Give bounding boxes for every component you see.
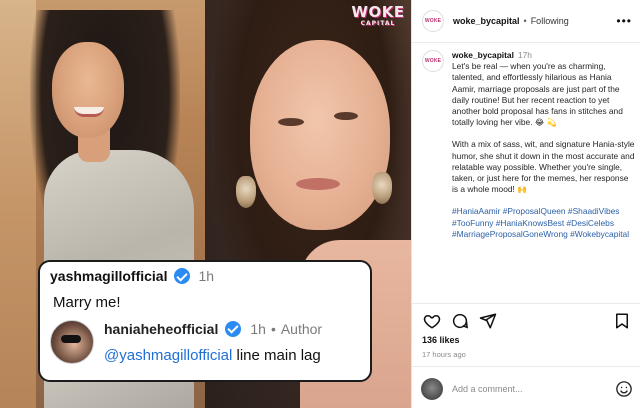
comment-username: yashmagillofficial [50,268,168,284]
divider [411,303,640,304]
caption: WOKE woke_bycapital 17h Let's be real — w… [422,50,636,300]
reply-separator: • [270,320,276,337]
caption-paragraph: woke_bycapital 17h Let's be real — when y… [452,50,636,128]
person-left-face [52,42,124,138]
add-comment-bar [421,376,633,402]
caption-username[interactable]: woke_bycapital [452,50,514,60]
comment-icon[interactable] [449,310,471,332]
send-icon[interactable] [477,310,499,332]
verified-badge-icon [174,268,191,284]
verified-badge-icon [225,320,242,337]
comment-text: Marry me! [53,294,121,311]
caption-emoji: 😂 💫 [534,118,557,128]
header-separator: • [523,16,527,26]
reply-username: haniaheheofficial [104,320,219,337]
reply-avatar [50,320,94,364]
reply-author-tag: Author [280,320,323,337]
reply-time: 1h [250,320,266,337]
caption-emoji: 🙌 [517,185,528,195]
post-timestamp: 17 hours ago [422,350,466,359]
account-username[interactable]: woke_bycapital [453,16,520,26]
emoji-icon[interactable] [615,380,633,398]
logo-text: WOKE [351,3,405,21]
account-avatar[interactable]: WOKE [422,10,444,32]
brand-logo: WOKE CAPITAL [346,4,410,30]
avatar-label: WOKE [424,58,442,64]
post-header: WOKE woke_bycapital • Following ••• [412,0,640,43]
likes-count[interactable]: 136 likes [422,335,460,345]
earring [236,176,256,208]
comment-time: 1h [198,268,215,284]
reply-mention: @yashmagillofficial [104,346,233,364]
add-comment-input[interactable] [452,384,602,394]
following-button[interactable]: Following [531,16,569,26]
reply-text: @yashmagillofficial line main lag [104,347,322,364]
caption-text: With a mix of sass, wit, and signature H… [452,139,635,195]
action-bar [421,310,633,332]
hashtags[interactable]: #HaniaAamir #ProposalQueen #ShaadiVibes … [452,206,636,240]
reply-message: line main lag [232,346,321,364]
person-right-eye [334,112,358,120]
heart-icon[interactable] [421,310,443,332]
post-sidebar: WOKE woke_bycapital • Following ••• WOKE… [411,0,640,408]
reply: haniaheheofficial 1h • Author @yashmagil… [50,320,362,364]
person-right-lips [296,178,340,190]
earring [372,172,392,204]
caption-time: 17h [517,50,532,60]
comment-header: yashmagillofficial 1h [50,268,360,284]
person-right-face [250,40,390,230]
comment-screenshot-card: yashmagillofficial 1h Marry me! haniaheh… [38,260,372,382]
reply-body: haniaheheofficial 1h • Author @yashmagil… [104,320,323,364]
more-horizontal-icon[interactable]: ••• [616,14,632,28]
post-image[interactable]: WOKE CAPITAL yashmagillofficial 1h Marry… [0,0,411,408]
person-right-eye [278,118,304,126]
logo-subtext: CAPITAL [360,20,396,27]
current-user-avatar [421,378,443,400]
caption-avatar[interactable]: WOKE [422,50,444,72]
avatar-label: WOKE [424,18,442,24]
caption-paragraph: With a mix of sass, wit, and signature H… [452,139,636,195]
bookmark-icon[interactable] [611,310,633,332]
divider [411,366,640,367]
caption-body: woke_bycapital 17h Let's be real — when y… [452,50,636,240]
